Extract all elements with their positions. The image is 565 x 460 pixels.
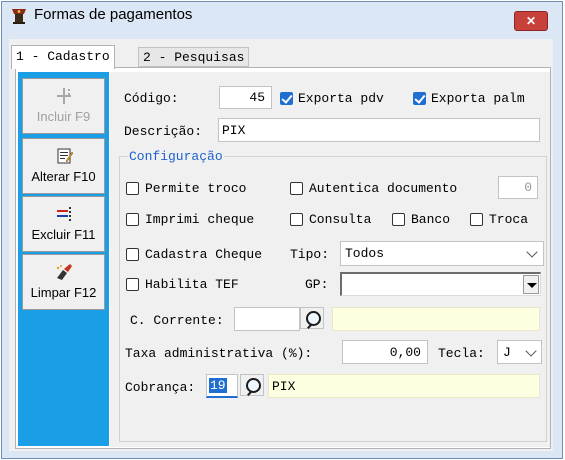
descricao-value: PIX (222, 123, 246, 138)
alterar-label: Alterar F10 (31, 169, 96, 184)
gp-dropdown-button[interactable] (523, 275, 539, 294)
incluir-label: Incluir F9 (36, 109, 91, 124)
autentica-value: 0 (524, 180, 532, 195)
autentica-documento-label: Autentica documento (309, 181, 458, 196)
window-title: Formas de pagamentos (34, 6, 193, 23)
banco-checkbox[interactable] (392, 213, 405, 226)
consulta-label: Consulta (309, 212, 372, 227)
excluir-label: Excluir F11 (31, 227, 96, 242)
troca-checkbox[interactable] (470, 213, 483, 226)
app-icon (11, 8, 27, 25)
codigo-field[interactable]: 45 (219, 86, 272, 109)
limpar-label: Limpar F12 (30, 285, 97, 300)
tecla-label: Tecla: (438, 346, 485, 361)
exporta-palm-label: Exporta palm (431, 91, 525, 106)
close-icon: ✕ (525, 14, 537, 28)
gp-select[interactable] (340, 272, 541, 296)
imprimi-cheque-label: Imprimi cheque (145, 212, 255, 227)
taxa-field[interactable]: 0,00 (342, 340, 428, 364)
autentica-documento-checkbox[interactable] (290, 182, 303, 195)
tipo-label: Tipo: (290, 247, 330, 262)
codigo-value: 45 (249, 90, 265, 105)
dropdown-arrow-icon (527, 283, 537, 288)
chevron-down-icon (526, 246, 538, 258)
taxa-value: 0,00 (389, 345, 421, 360)
c-corrente-label: C. Corrente: (130, 313, 224, 328)
troca-label: Troca (489, 212, 529, 227)
insert-icon (54, 87, 74, 105)
exporta-pdv-label: Exporta pdv (298, 91, 384, 106)
exporta-pdv-checkbox[interactable] (280, 92, 293, 105)
taxa-label: Taxa administrativa (%): (125, 346, 313, 361)
tab-cadastro[interactable]: 1 - Cadastro (11, 45, 115, 69)
search-icon (306, 311, 321, 326)
tipo-value: Todos (345, 246, 385, 261)
tab-pesquisas[interactable]: 2 - Pesquisas (138, 47, 250, 67)
gp-label: GP: (305, 277, 329, 292)
c-corrente-field[interactable] (234, 307, 300, 331)
edit-icon (54, 147, 74, 165)
configuracao-group (119, 156, 547, 442)
cobranca-value: 19 (209, 378, 227, 393)
exporta-palm-checkbox[interactable] (413, 92, 426, 105)
habilita-tef-label: Habilita TEF (145, 277, 239, 292)
codigo-label: Código: (124, 91, 179, 106)
cobranca-search-button[interactable] (240, 374, 264, 396)
banco-label: Banco (411, 212, 451, 227)
c-corrente-description (332, 307, 540, 331)
descricao-label: Descrição: (124, 124, 203, 139)
cobranca-description: PIX (268, 374, 540, 398)
descricao-field[interactable]: PIX (218, 118, 540, 142)
cobranca-desc-value: PIX (272, 379, 296, 394)
configuracao-legend: Configuração (128, 149, 224, 164)
habilita-tef-checkbox[interactable] (126, 278, 139, 291)
cadastra-cheque-checkbox[interactable] (126, 248, 139, 261)
autentica-field[interactable]: 0 (498, 176, 538, 199)
excluir-button[interactable]: Excluir F11 (22, 196, 105, 252)
tipo-select[interactable]: Todos (340, 241, 544, 266)
imprimi-cheque-checkbox[interactable] (126, 213, 139, 226)
permite-troco-checkbox[interactable] (126, 182, 139, 195)
cobranca-field[interactable]: 19 (206, 374, 238, 398)
consulta-checkbox[interactable] (290, 213, 303, 226)
limpar-button[interactable]: Limpar F12 (22, 254, 105, 310)
incluir-button[interactable]: Incluir F9 (22, 78, 105, 134)
tecla-value: J (503, 345, 511, 360)
cobranca-label: Cobrança: (125, 380, 196, 395)
chevron-down-icon (525, 345, 537, 357)
delete-icon (54, 205, 74, 223)
search-icon (246, 378, 261, 393)
permite-troco-label: Permite troco (145, 181, 247, 196)
alterar-button[interactable]: Alterar F10 (22, 138, 105, 194)
tecla-select[interactable]: J (497, 340, 542, 364)
clear-icon (54, 263, 74, 281)
c-corrente-search-button[interactable] (300, 307, 324, 329)
cadastra-cheque-label: Cadastra Cheque (145, 247, 263, 262)
close-button[interactable]: ✕ (514, 11, 548, 31)
